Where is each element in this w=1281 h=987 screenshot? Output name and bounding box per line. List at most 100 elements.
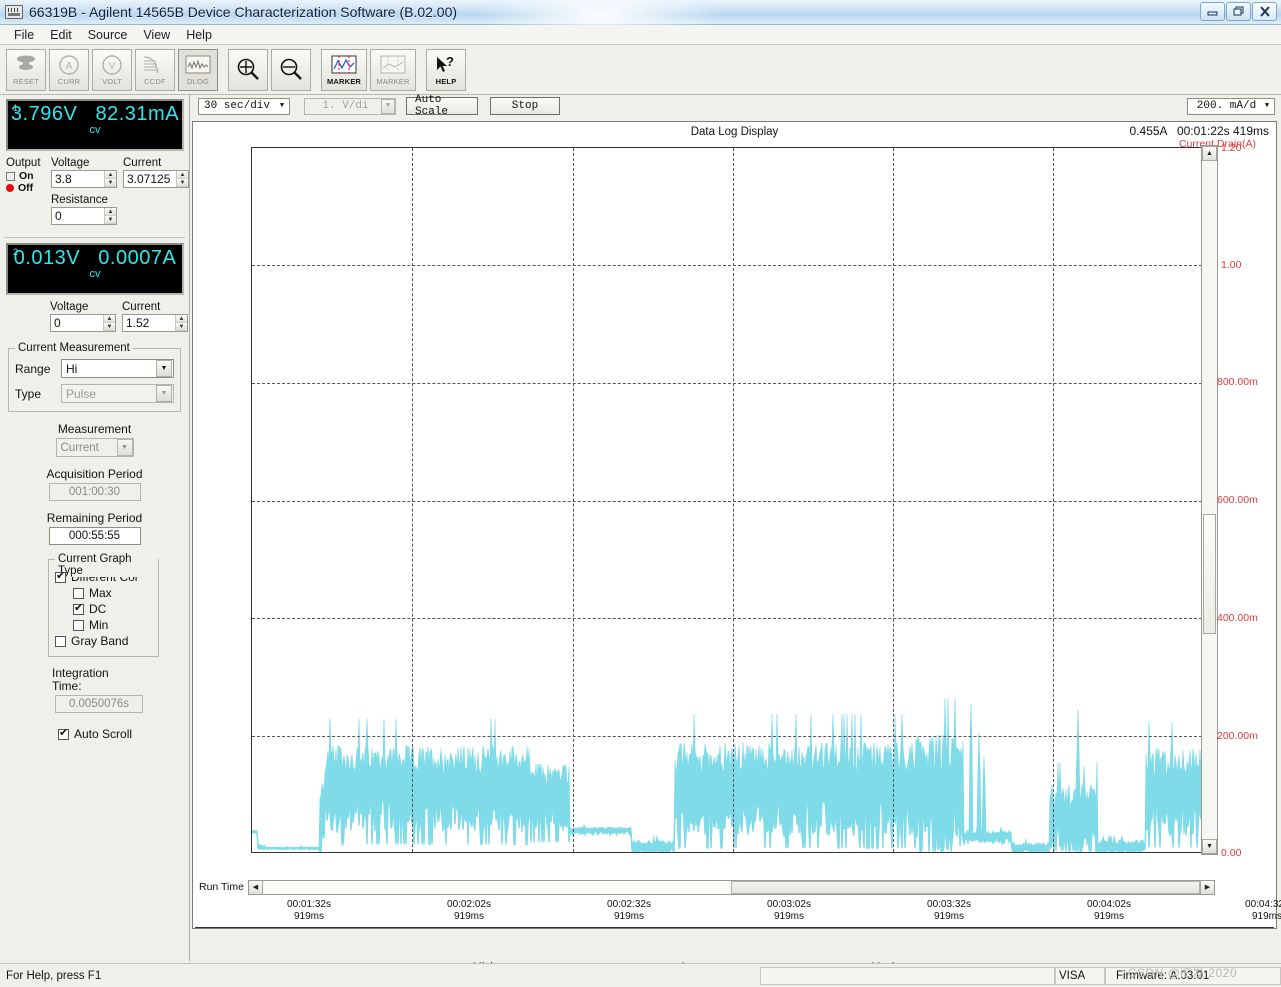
channel1-resistance-arrows[interactable]: ▲ ▼	[104, 208, 116, 224]
min-row[interactable]: Min	[73, 618, 152, 632]
y-tick-2: 800.00m	[1217, 376, 1258, 388]
channel1-output-on[interactable]: On	[6, 170, 45, 182]
channel1-output-off[interactable]: Off	[6, 182, 45, 194]
channel1-voltage-input[interactable]	[52, 171, 104, 187]
channel1-output-group: Output On Off	[6, 157, 45, 194]
reset-icon	[14, 53, 38, 77]
range-dropdown[interactable]: Hi ▼	[61, 359, 174, 378]
dlog-button[interactable]: DLOG	[178, 48, 218, 91]
measurement-mode-dropdown[interactable]: Current ▼	[55, 438, 134, 457]
x-tick-2-line1: 00:02:32s	[607, 899, 651, 910]
spinner-up-icon[interactable]: ▲	[176, 315, 187, 323]
minimize-icon	[1207, 7, 1218, 16]
y-tick-1: 1.00	[1221, 259, 1242, 271]
restore-button[interactable]	[1226, 2, 1251, 21]
chevron-down-icon[interactable]: ▼	[1260, 99, 1274, 114]
horizontal-scroll-track[interactable]	[262, 880, 1200, 894]
x-tick-2: 00:02:32s 919ms	[584, 899, 674, 923]
channel1-output-off-label: Off	[18, 182, 34, 194]
channel2-current-input[interactable]	[123, 315, 175, 331]
zoom-out-button[interactable]	[271, 48, 311, 91]
checkbox-unchecked-icon[interactable]	[73, 619, 84, 631]
svg-text:?: ?	[446, 55, 454, 69]
scroll-left-icon[interactable]: ◀	[248, 880, 263, 894]
time-per-div-dropdown[interactable]: 30 sec/div ▼	[198, 97, 290, 115]
spinner-down-icon[interactable]: ▼	[105, 179, 116, 187]
chevron-down-icon[interactable]: ▼	[116, 439, 133, 456]
spinner-up-icon[interactable]: ▲	[105, 171, 116, 179]
status-bar: For Help, press F1 VISA Firmware: A.03.0…	[0, 963, 1281, 987]
max-row[interactable]: Max	[73, 586, 152, 600]
auto-scroll-row[interactable]: Auto Scroll	[0, 726, 189, 741]
checkbox-unchecked-icon[interactable]	[55, 635, 66, 647]
stop-button[interactable]: Stop	[490, 97, 560, 115]
chevron-down-icon[interactable]: ▼	[381, 98, 395, 114]
chart-horizontal-scrollbar[interactable]: ◀ ▶	[247, 879, 1215, 895]
help-button[interactable]: ? HELP	[426, 48, 466, 91]
channel2-voltage-input[interactable]	[51, 315, 103, 331]
menu-file[interactable]: File	[6, 26, 42, 44]
volt-button[interactable]: V VOLT	[92, 48, 132, 91]
x-tick-4: 00:03:32s 919ms	[904, 899, 994, 923]
auto-scale-button[interactable]: Auto Scale	[406, 94, 478, 118]
menu-help[interactable]: Help	[178, 26, 220, 44]
menu-edit[interactable]: Edit	[42, 26, 80, 44]
x-tick-1-line1: 00:02:02s	[447, 899, 491, 910]
dc-row[interactable]: DC	[73, 601, 152, 616]
channel1-current-arrows[interactable]: ▲ ▼	[176, 171, 188, 187]
curr-button[interactable]: A CURR	[49, 48, 89, 91]
checkbox-checked-icon[interactable]	[58, 726, 69, 740]
scroll-right-icon[interactable]: ▶	[1200, 880, 1214, 894]
channel2-voltage-arrows[interactable]: ▲ ▼	[103, 315, 115, 331]
zoom-in-button[interactable]	[228, 48, 268, 91]
channel1-voltage-spinner[interactable]: ▲ ▼	[51, 170, 117, 188]
menu-view[interactable]: View	[135, 26, 178, 44]
channel2-voltage-label: Voltage	[50, 301, 89, 313]
chevron-down-icon[interactable]: ▼	[275, 99, 289, 114]
channel2-current-spinner[interactable]: ▲ ▼	[122, 314, 188, 332]
spinner-down-icon[interactable]: ▼	[177, 179, 188, 187]
channel1-current-spinner[interactable]: ▲ ▼	[123, 170, 189, 188]
acquisition-period-label: Acquisition Period	[46, 467, 143, 481]
channel1-resistance-input[interactable]	[52, 208, 104, 224]
checkbox-checked-icon[interactable]	[55, 569, 66, 583]
chevron-down-icon[interactable]: ▼	[156, 385, 172, 402]
horizontal-scroll-thumb[interactable]	[731, 880, 1200, 894]
grid-line-v3	[733, 148, 734, 852]
spinner-down-icon[interactable]: ▼	[104, 323, 115, 331]
y-axis-tick-labels: 1.20 1.00 800.00m 600.00m 400.00m 200.00…	[1215, 122, 1277, 902]
magnifier-minus-icon	[277, 58, 305, 82]
channel2-current-arrows[interactable]: ▲ ▼	[175, 315, 187, 331]
channel1-resistance-spinner[interactable]: ▲ ▼	[51, 207, 117, 225]
close-button[interactable]	[1252, 2, 1277, 21]
reset-button[interactable]: RESET	[6, 48, 46, 91]
menu-source[interactable]: Source	[80, 26, 136, 44]
spinner-down-icon[interactable]: ▼	[176, 323, 187, 331]
marker-on-button[interactable]: MARKER	[321, 48, 367, 91]
checkbox-unchecked-icon[interactable]	[73, 587, 84, 599]
gray-band-row[interactable]: Gray Band	[55, 634, 152, 648]
chart-plot-area[interactable]	[251, 147, 1213, 853]
grid-line-v5	[1053, 148, 1054, 852]
channel1-controls: Output On Off Voltage ▲ ▼	[0, 157, 189, 225]
channel1-current-input[interactable]	[124, 171, 176, 187]
channel1-readout: 3.796V 82.31mA	[8, 101, 182, 126]
current-per-div-dropdown[interactable]: 200. mA/d ▼	[1187, 97, 1275, 115]
channel2-voltage-spinner[interactable]: ▲ ▼	[50, 314, 116, 332]
volt-per-div-dropdown[interactable]: 1. V/di ▼	[304, 97, 396, 115]
minimize-button[interactable]	[1200, 2, 1225, 21]
type-value: Pulse	[66, 386, 97, 401]
channel1-voltage-arrows[interactable]: ▲ ▼	[104, 171, 116, 187]
checkbox-checked-icon[interactable]	[73, 601, 84, 615]
spinner-up-icon[interactable]: ▲	[104, 315, 115, 323]
ccdf-button[interactable]: CCDF	[135, 48, 175, 91]
integration-time-label-line2: Time:	[52, 679, 82, 693]
time-per-div-value: 30 sec/div	[204, 100, 271, 112]
type-label: Type	[15, 386, 42, 401]
type-dropdown[interactable]: Pulse ▼	[61, 384, 174, 403]
spinner-up-icon[interactable]: ▲	[105, 208, 116, 216]
marker-off-button[interactable]: MARKER	[370, 48, 416, 91]
chevron-down-icon[interactable]: ▼	[156, 360, 172, 377]
spinner-up-icon[interactable]: ▲	[177, 171, 188, 179]
spinner-down-icon[interactable]: ▼	[105, 216, 116, 224]
